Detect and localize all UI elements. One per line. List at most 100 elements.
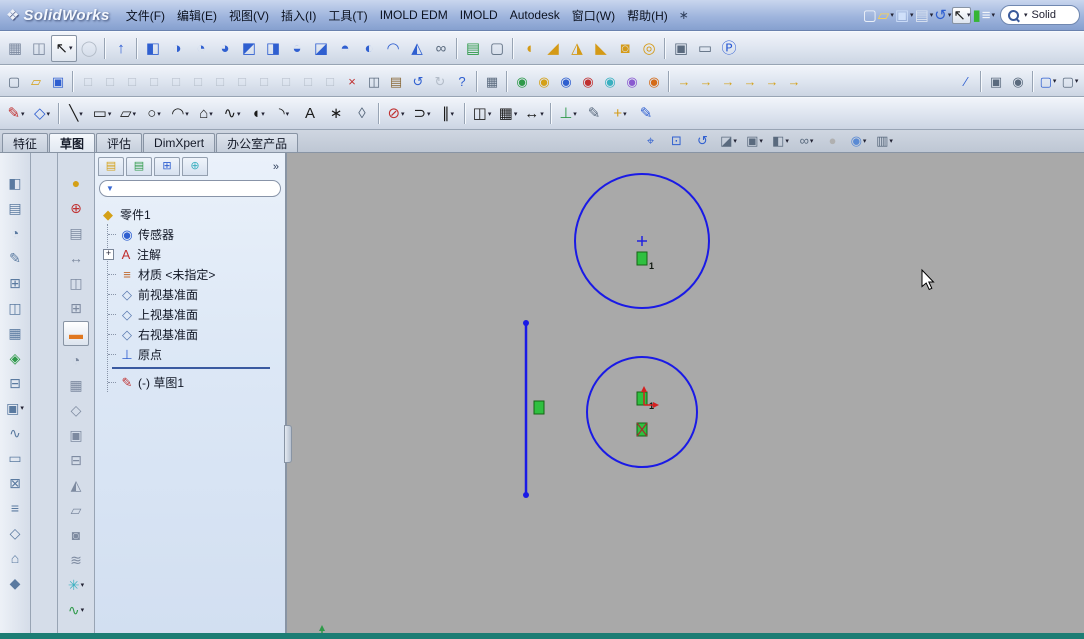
propertymanager-tab-icon[interactable]: ▤: [126, 157, 152, 176]
dropdown-arrow-icon[interactable]: ▾: [889, 137, 893, 145]
help-icon[interactable]: ?: [451, 70, 473, 93]
left-toolbar-a-icon-9[interactable]: ⊟: [3, 371, 27, 394]
quick-snaps-tool[interactable]: + ▾: [607, 101, 633, 126]
left-toolbar-a-icon-1[interactable]: ◧: [3, 171, 27, 194]
left-toolbar-a-icon-17[interactable]: ◆: [3, 571, 27, 594]
active-orange-tool-icon[interactable]: ▬: [63, 321, 89, 346]
sketch-circle-2[interactable]: [586, 356, 698, 468]
configurationmanager-tab-icon[interactable]: ⊞: [154, 157, 180, 176]
apply-scene-icon[interactable]: ◉ ▾: [846, 131, 871, 150]
menu-item-10[interactable]: 帮助(H): [621, 4, 674, 27]
menu-item-3[interactable]: 视图(V): [223, 4, 275, 27]
dropdown-arrow-icon[interactable]: ▾: [81, 606, 85, 614]
swept-cut-icon[interactable]: ◪: [309, 36, 333, 61]
left-toolbar-b-icon-14[interactable]: ▱: [64, 498, 88, 521]
tree-filter-box[interactable]: ▼: [99, 180, 281, 197]
dropdown-arrow-icon[interactable]: ▾: [785, 137, 789, 145]
paste-icon[interactable]: ▤: [385, 70, 407, 93]
tab-5[interactable]: 办公室产品: [216, 133, 299, 152]
dropdown-arrow-icon[interactable]: ▾: [108, 110, 112, 118]
photoview-addin-icon[interactable]: ◉: [555, 70, 577, 93]
view-settings-icon[interactable]: ▥ ▾: [872, 131, 897, 150]
splitter-handle[interactable]: [284, 425, 292, 463]
zoom-fit-icon[interactable]: ⌖: [638, 131, 663, 150]
dropdown-arrow-icon[interactable]: ▾: [133, 110, 137, 118]
imold-tool-6-icon[interactable]: →: [783, 70, 805, 93]
hole-wizard-icon[interactable]: ◎: [637, 36, 661, 61]
text-tool[interactable]: A: [297, 101, 323, 126]
tree-item-annotations[interactable]: + A 注解: [103, 244, 283, 264]
left-toolbar-a-icon-11[interactable]: ∿: [3, 421, 27, 444]
dropdown-arrow-icon[interactable]: ▾: [1053, 77, 1057, 85]
open-file-icon[interactable]: ▱: [25, 70, 47, 93]
redo-action-icon[interactable]: ↻: [429, 70, 451, 93]
relation-badge-circle-2[interactable]: [636, 391, 648, 406]
left-toolbar-a-icon-13[interactable]: ⊠: [3, 471, 27, 494]
motion-addin-icon[interactable]: ◉: [621, 70, 643, 93]
relation-badge-circle-1[interactable]: [636, 251, 648, 266]
options-grid-icon[interactable]: ▦: [481, 70, 503, 93]
point-tool[interactable]: ∗: [323, 101, 349, 126]
menu-item-6[interactable]: IMOLD EDM: [374, 5, 454, 25]
edit-appearance-icon[interactable]: ●: [820, 131, 845, 150]
dropdown-arrow-icon[interactable]: ▾: [1075, 77, 1079, 85]
save-icon[interactable]: ▣ ▾: [895, 8, 914, 23]
fillet-icon[interactable]: ◖: [517, 36, 541, 61]
display-settings-icon[interactable]: ▢ ▾: [1037, 70, 1059, 93]
tree-item-front-plane[interactable]: ◇ 前视基准面: [108, 284, 283, 304]
undo-icon[interactable]: ↺ ▾: [934, 8, 951, 23]
dropdown-arrow-icon[interactable]: ▾: [81, 581, 85, 589]
dropdown-arrow-icon[interactable]: ▾: [157, 110, 161, 118]
dropdown-arrow-icon[interactable]: ▾: [733, 137, 737, 145]
view-orientation-icon[interactable]: ▣ ▾: [742, 131, 767, 150]
interface-options-icon[interactable]: ≡ ▾: [982, 8, 995, 23]
featuremanager-tab-icon[interactable]: ▤: [98, 157, 124, 176]
left-toolbar-a-icon-3[interactable]: ◔: [3, 221, 27, 244]
left-toolbar-a-icon-8[interactable]: ◈: [3, 346, 27, 369]
left-toolbar-a-icon-12[interactable]: ▭: [3, 446, 27, 469]
left-toolbar-b-icon-3[interactable]: ▤: [64, 221, 88, 244]
filter-display-icon[interactable]: ✳ ▾: [64, 573, 88, 596]
rollback-bar[interactable]: [112, 367, 270, 369]
open-icon[interactable]: ▱ ▾: [878, 8, 894, 23]
left-toolbar-a-icon-5[interactable]: ⊞: [3, 271, 27, 294]
left-toolbar-b-icon-11[interactable]: ▣: [64, 423, 88, 446]
tree-item-sketch1[interactable]: ✎ (-) 草图1: [108, 372, 283, 392]
epdm-icon[interactable]: Ⓟ: [717, 36, 741, 61]
dropdown-arrow-icon[interactable]: ▾: [863, 137, 867, 145]
left-toolbar-b-icon-12[interactable]: ⊟: [64, 448, 88, 471]
print-icon[interactable]: □: [165, 70, 187, 93]
reload-icon[interactable]: □: [231, 70, 253, 93]
left-toolbar-b-icon-13[interactable]: ◭: [64, 473, 88, 496]
pin-icon[interactable]: ∗: [679, 8, 689, 22]
intersect-icon[interactable]: ◭: [405, 36, 429, 61]
tree-item-origin[interactable]: ⊥ 原点: [108, 344, 283, 364]
relation-badge-line-1[interactable]: [533, 400, 545, 415]
dropdown-arrow-icon[interactable]: ▾: [910, 11, 914, 19]
dropdown-arrow-icon[interactable]: ▾: [967, 11, 971, 19]
make-assembly-icon[interactable]: □: [99, 70, 121, 93]
dropdown-arrow-icon[interactable]: ▾: [20, 404, 24, 412]
left-toolbar-b-icon-8[interactable]: ◔: [64, 348, 88, 371]
lofted-cut-icon[interactable]: ◓: [333, 36, 357, 61]
tab-2[interactable]: 草图: [49, 133, 96, 152]
left-toolbar-a-icon-14[interactable]: ≡: [3, 496, 27, 519]
tree-item-sensors[interactable]: ◉ 传感器: [108, 224, 283, 244]
dropdown-arrow-icon[interactable]: ▾: [286, 110, 290, 118]
tree-item-material[interactable]: ≡ 材质 <未指定>: [108, 264, 283, 284]
dropdown-arrow-icon[interactable]: ▾: [623, 110, 627, 118]
left-toolbar-a-icon-7[interactable]: ▦: [3, 321, 27, 344]
rectangle-tool[interactable]: ▭ ▾: [89, 101, 115, 126]
dropdown-arrow-icon[interactable]: ▾: [759, 137, 763, 145]
spline-tool[interactable]: ∿ ▾: [219, 101, 245, 126]
left-toolbar-b-icon-16[interactable]: ≋: [64, 548, 88, 571]
make-drawing-icon[interactable]: □: [77, 70, 99, 93]
find-replace-icon[interactable]: □: [297, 70, 319, 93]
display-style-icon[interactable]: ◧ ▾: [768, 131, 793, 150]
arc-tool[interactable]: ◠ ▾: [167, 101, 193, 126]
convert-entities-tool[interactable]: ⊃ ▾: [409, 101, 435, 126]
imold-tool-2-icon[interactable]: →: [695, 70, 717, 93]
close-doc-icon[interactable]: □: [253, 70, 275, 93]
dimxpertmanager-tab-icon[interactable]: ⊕: [182, 157, 208, 176]
dropdown-arrow-icon[interactable]: ▾: [450, 110, 454, 118]
